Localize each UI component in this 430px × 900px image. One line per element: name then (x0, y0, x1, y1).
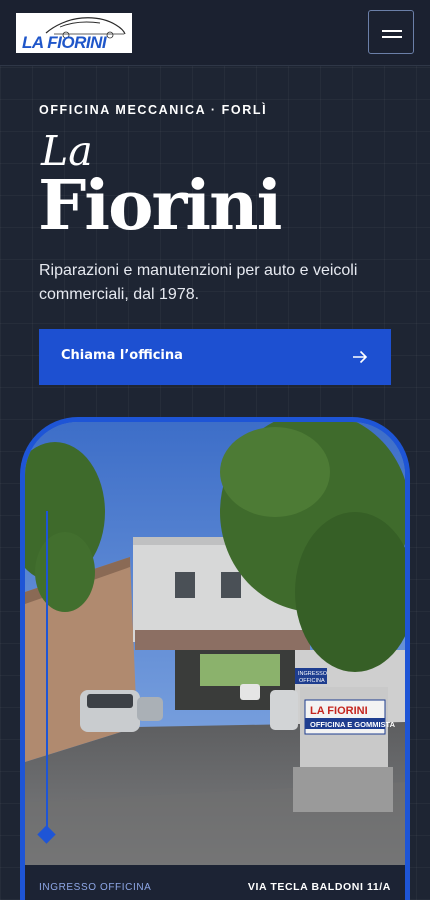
photo-caption-bar: INGRESSO OFFICINA VIA TECLA BALDONI 11/A (25, 865, 405, 900)
sign-subtitle: OFFICINA E GOMMISTA (310, 720, 396, 729)
photo-illustration: LA FIORINI OFFICINA E GOMMISTA INGRESSO … (25, 422, 405, 865)
photo-caption-address: VIA TECLA BALDONI 11/A (247, 881, 391, 893)
arrow-right-icon (353, 350, 368, 364)
workshop-entrance-photo: LA FIORINI OFFICINA E GOMMISTA INGRESSO … (20, 417, 410, 900)
sign-ingresso-1: INGRESSO (298, 671, 328, 677)
hero-title: Fiorini (38, 166, 282, 246)
call-workshop-label: Chiama l’officina (61, 348, 183, 363)
photo-caption-label: INGRESSO OFFICINA (39, 882, 152, 893)
brand-logo[interactable]: LA FIORINI (16, 13, 132, 53)
sign-title: LA FIORINI (310, 705, 368, 717)
top-navbar: LA FIORINI (0, 0, 430, 66)
menu-button[interactable] (368, 10, 414, 54)
hero-eyebrow: OFFICINA MECCANICA · FORLÌ (39, 103, 268, 117)
call-workshop-button[interactable]: Chiama l’officina (39, 329, 391, 385)
sign-ingresso-2: OFFICINA (299, 678, 325, 684)
hamburger-icon-line (382, 36, 402, 38)
logo-wordmark: LA FIORINI (22, 33, 107, 52)
hero-subtitle: Riparazioni e manutenzioni per auto e ve… (39, 262, 358, 303)
decorative-vertical-line (46, 511, 48, 833)
hamburger-icon (382, 30, 402, 32)
